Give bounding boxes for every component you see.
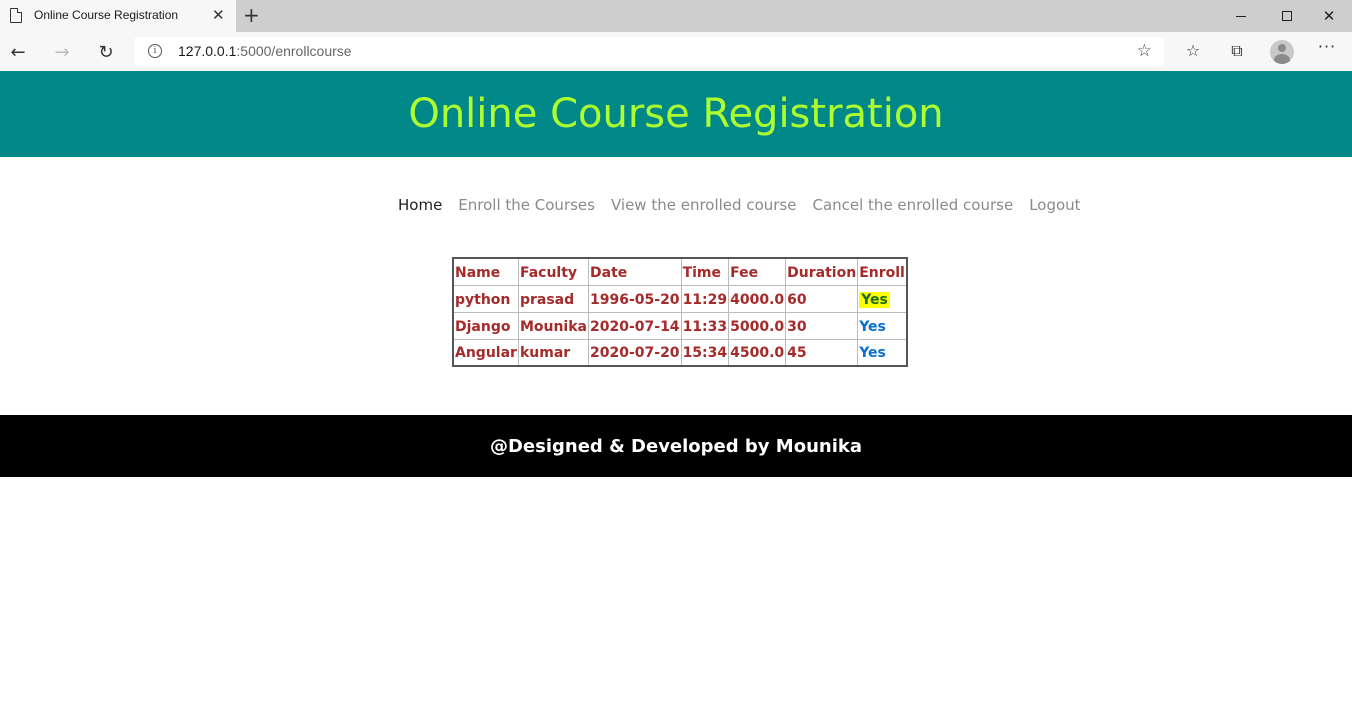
cell-name: python — [452, 284, 519, 313]
close-tab-icon[interactable]: ✕ — [212, 6, 225, 24]
back-arrow-icon[interactable]: ← — [6, 40, 30, 64]
close-icon: ✕ — [1322, 6, 1336, 25]
courses-table: Name Faculty Date Time Fee Duration Enro… — [452, 257, 908, 367]
profile-avatar[interactable] — [1270, 40, 1294, 64]
cell-time: 11:29 — [680, 284, 730, 313]
table-header-row: Name Faculty Date Time Fee Duration Enro… — [452, 257, 908, 286]
cell-duration: 30 — [785, 311, 859, 340]
url-path: :5000/enrollcourse — [236, 43, 352, 59]
tab-bar: Online Course Registration ✕ + ✕ — [0, 0, 1352, 32]
nav-logout[interactable]: Logout — [1021, 196, 1088, 214]
address-bar[interactable]: i 127.0.0.1:5000/enrollcourse ☆ — [134, 37, 1164, 67]
enroll-link[interactable]: Yes — [859, 291, 890, 308]
tab-title: Online Course Registration — [34, 8, 179, 22]
site-header: Online Course Registration — [0, 71, 1352, 157]
table-row: Django Mounika 2020-07-14 11:33 5000.0 3… — [452, 311, 908, 340]
favorites-list-icon[interactable]: ☆ — [1182, 41, 1204, 60]
page-title: Online Course Registration — [408, 91, 944, 137]
info-icon[interactable]: i — [148, 44, 162, 58]
site-footer: @Designed & Developed by Mounika — [0, 415, 1352, 477]
header-time: Time — [680, 257, 730, 286]
reload-icon[interactable]: ↻ — [94, 40, 118, 64]
header-fee: Fee — [728, 257, 787, 286]
cell-duration: 45 — [785, 338, 859, 367]
more-menu-icon[interactable]: ··· — [1316, 37, 1338, 56]
cell-duration: 60 — [785, 284, 859, 313]
minimize-icon — [1236, 15, 1246, 17]
minimize-button[interactable] — [1218, 0, 1264, 32]
table-row: python prasad 1996-05-20 11:29 4000.0 60… — [452, 284, 908, 313]
table-row: Angular kumar 2020-07-20 15:34 4500.0 45… — [452, 338, 908, 367]
enroll-link[interactable]: Yes — [859, 345, 886, 361]
restore-icon — [1282, 11, 1292, 21]
cell-time: 15:34 — [680, 338, 730, 367]
cell-fee: 4000.0 — [728, 284, 787, 313]
footer-text: @Designed & Developed by Mounika — [489, 435, 862, 457]
cell-name: Django — [452, 311, 519, 340]
browser-toolbar: ← → ↻ i 127.0.0.1:5000/enrollcourse ☆ ☆ … — [0, 32, 1352, 72]
cell-date: 2020-07-20 — [588, 338, 682, 367]
cell-enroll: Yes — [857, 284, 908, 313]
header-enroll: Enroll — [857, 257, 908, 286]
cell-fee: 5000.0 — [728, 311, 787, 340]
cell-date: 2020-07-14 — [588, 311, 682, 340]
cell-enroll: Yes — [857, 311, 908, 340]
favorite-star-icon[interactable]: ☆ — [1137, 41, 1152, 61]
enroll-link[interactable]: Yes — [859, 319, 886, 335]
main-nav: Home Enroll the Courses View the enrolle… — [390, 196, 1089, 214]
cell-faculty: kumar — [517, 338, 590, 367]
page-content: Online Course Registration Home Enroll t… — [0, 71, 1352, 726]
cell-time: 11:33 — [680, 311, 730, 340]
forward-arrow-icon[interactable]: → — [50, 40, 74, 64]
header-date: Date — [588, 257, 682, 286]
nav-view-enrolled[interactable]: View the enrolled course — [603, 196, 805, 214]
new-tab-icon[interactable]: + — [243, 4, 260, 26]
cell-faculty: Mounika — [517, 311, 590, 340]
collections-icon[interactable]: ⧉ — [1226, 41, 1248, 61]
header-duration: Duration — [785, 257, 859, 286]
nav-enroll-courses[interactable]: Enroll the Courses — [450, 196, 603, 214]
nav-home[interactable]: Home — [390, 196, 450, 214]
cell-fee: 4500.0 — [728, 338, 787, 367]
url-host: 127.0.0.1 — [178, 43, 237, 59]
nav-cancel-enrolled[interactable]: Cancel the enrolled course — [804, 196, 1021, 214]
url-text[interactable]: 127.0.0.1:5000/enrollcourse — [178, 43, 352, 59]
cell-faculty: prasad — [517, 284, 590, 313]
cell-name: Angular — [452, 338, 519, 367]
header-name: Name — [452, 257, 519, 286]
header-faculty: Faculty — [517, 257, 590, 286]
maximize-button[interactable] — [1264, 0, 1310, 32]
browser-tab[interactable]: Online Course Registration ✕ — [0, 0, 236, 32]
cell-date: 1996-05-20 — [588, 284, 682, 313]
page-icon — [10, 7, 23, 23]
close-window-button[interactable]: ✕ — [1306, 0, 1352, 32]
cell-enroll: Yes — [857, 338, 908, 367]
